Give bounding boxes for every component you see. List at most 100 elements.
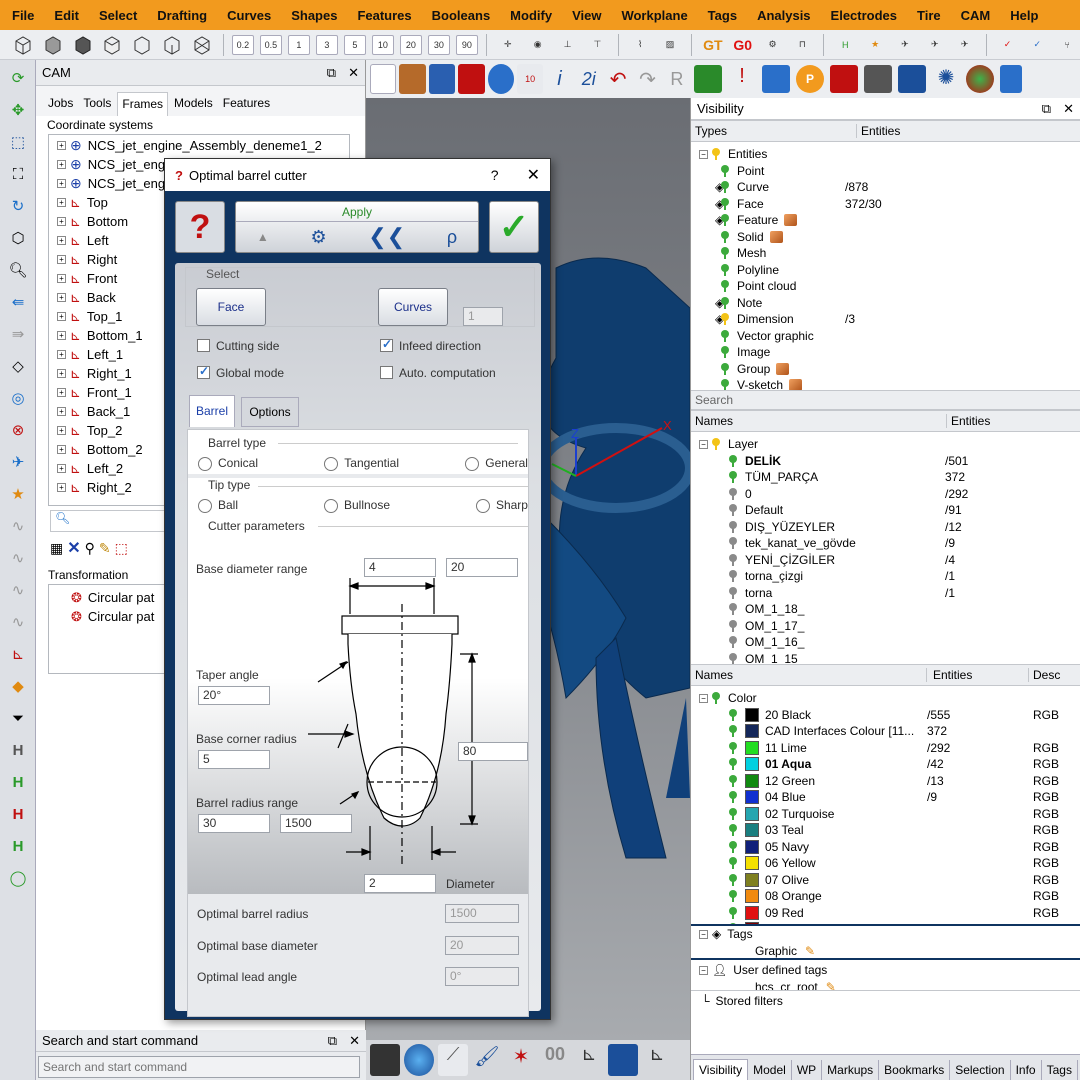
visibility-pin-icon[interactable] xyxy=(729,758,737,771)
visibility-pin-icon[interactable] xyxy=(729,906,737,919)
car-icon[interactable] xyxy=(864,65,892,93)
expand-icon[interactable]: + xyxy=(57,388,66,397)
gray-tool-4-icon[interactable]: ∿ xyxy=(4,608,32,636)
no-target-icon[interactable]: ⊗ xyxy=(4,416,32,444)
tab-selection[interactable]: Selection xyxy=(950,1060,1011,1080)
menu-booleans[interactable]: Booleans xyxy=(422,8,501,23)
base-diameter-max-input[interactable]: 20 xyxy=(446,558,518,577)
h-red-icon[interactable]: H xyxy=(4,800,32,828)
r-icon[interactable]: R xyxy=(664,64,690,94)
type-row[interactable]: Polyline xyxy=(691,262,1080,279)
color-row[interactable]: 12 Green/13 RGB xyxy=(691,773,1080,790)
layer-row[interactable]: torna/1 xyxy=(691,585,1080,602)
visibility-pin-icon[interactable] xyxy=(729,774,737,787)
visibility-pin-icon[interactable] xyxy=(729,471,737,484)
radio-circle[interactable] xyxy=(198,456,212,471)
menu-select[interactable]: Select xyxy=(89,8,147,23)
menu-help[interactable]: Help xyxy=(1000,8,1048,23)
curve-tool-icon[interactable]: ⌇ xyxy=(627,33,653,57)
info-i-icon[interactable]: i xyxy=(546,64,572,94)
color-row[interactable]: 03 Teal RGB xyxy=(691,822,1080,839)
expand-icon[interactable]: + xyxy=(57,160,66,169)
visibility-pin-icon[interactable] xyxy=(729,652,737,664)
radio-circle[interactable] xyxy=(323,498,338,513)
menu-analysis[interactable]: Analysis xyxy=(747,8,820,23)
mesh-cube-icon[interactable] xyxy=(189,33,215,57)
base-corner-radius-input[interactable]: 5 xyxy=(198,750,270,769)
menu-cam[interactable]: CAM xyxy=(951,8,1001,23)
length-input[interactable]: 80 xyxy=(458,742,528,761)
menu-curves[interactable]: Curves xyxy=(217,8,281,23)
stored-filters-label[interactable]: Stored filters xyxy=(716,994,783,1008)
edge-cube-icon[interactable] xyxy=(159,33,185,57)
dark-render-icon[interactable] xyxy=(370,1044,400,1076)
star-left-icon[interactable]: ★ xyxy=(4,480,32,508)
visibility-pin-icon[interactable] xyxy=(729,619,737,632)
type-row[interactable]: Vector graphic xyxy=(691,328,1080,345)
color-row[interactable]: 10 Maroon RGB xyxy=(691,921,1080,924)
visibility-pin-icon[interactable] xyxy=(712,692,720,705)
search-bar[interactable]: Search xyxy=(691,390,1080,410)
more-icon[interactable] xyxy=(1000,65,1022,93)
select-icon[interactable]: ⬚ xyxy=(115,540,128,557)
visibility-pin-icon[interactable] xyxy=(712,148,720,161)
tab-bookmarks[interactable]: Bookmarks xyxy=(879,1060,951,1080)
figure-icon[interactable] xyxy=(608,1044,638,1076)
tab-barrel[interactable]: Barrel xyxy=(189,395,235,427)
gear-icon[interactable]: ⚙ xyxy=(760,33,786,57)
close-icon[interactable]: ✕ xyxy=(348,65,359,81)
expand-icon[interactable]: − xyxy=(699,439,708,449)
rotate-view-icon[interactable]: ⟳ xyxy=(4,64,32,92)
visibility-pin-icon[interactable] xyxy=(729,873,737,886)
gt-icon[interactable]: GT xyxy=(700,33,726,57)
layer-row[interactable]: YENİ_ÇİZGİLER/4 xyxy=(691,552,1080,569)
layer-row[interactable]: − Layer xyxy=(691,436,1080,453)
clip-icon[interactable]: ⊥ xyxy=(555,33,581,57)
link-icon[interactable]: ⚲ xyxy=(85,540,95,557)
visibility-pin-icon[interactable] xyxy=(721,230,729,243)
tab-tags[interactable]: Tags xyxy=(1042,1060,1078,1080)
menu-features[interactable]: Features xyxy=(347,8,421,23)
visibility-pin-icon[interactable] xyxy=(729,890,737,903)
outline-cube-icon[interactable] xyxy=(129,33,155,57)
visibility-pin-icon[interactable] xyxy=(721,181,729,194)
command-search-input[interactable] xyxy=(38,1056,360,1078)
info-2i-icon[interactable]: 2i xyxy=(576,64,602,94)
expand-icon[interactable]: + xyxy=(57,445,66,454)
visibility-pin-icon[interactable] xyxy=(729,520,737,533)
gauge-2-icon[interactable]: ⊾ xyxy=(642,1044,672,1076)
visibility-pin-icon[interactable] xyxy=(729,537,737,550)
visibility-pin-icon[interactable] xyxy=(729,586,737,599)
layers-stack-icon[interactable] xyxy=(694,65,722,93)
layer-row[interactable]: Default/91 xyxy=(691,502,1080,519)
color-row[interactable]: 04 Blue/9 RGB xyxy=(691,789,1080,806)
color-row[interactable]: 20 Black/555 RGB xyxy=(691,707,1080,724)
visibility-pin-icon[interactable] xyxy=(729,603,737,616)
tab-model[interactable]: Model xyxy=(748,1060,792,1080)
float-icon[interactable]: ⧉ xyxy=(1042,101,1051,117)
hatch-icon[interactable]: ▨ xyxy=(657,33,683,57)
tab-visibility[interactable]: Visibility xyxy=(693,1059,749,1080)
barrel-type-conical-radio[interactable]: Conical xyxy=(198,456,258,471)
scale-button[interactable]: 90 xyxy=(455,34,478,55)
expand-icon[interactable]: + xyxy=(57,293,66,302)
scale-button[interactable]: 30 xyxy=(427,34,450,55)
new-doc-icon[interactable] xyxy=(370,64,397,94)
edit-icon[interactable]: ✎ xyxy=(99,540,111,557)
diamond-icon[interactable]: ◇ xyxy=(4,352,32,380)
visibility-pin-icon[interactable] xyxy=(729,454,737,467)
expand-icon[interactable]: + xyxy=(57,350,66,359)
color-row[interactable]: 08 Orange RGB xyxy=(691,888,1080,905)
wireframe-cube-icon[interactable] xyxy=(10,33,36,57)
export-icon[interactable] xyxy=(762,65,790,93)
p-icon[interactable]: P xyxy=(796,65,824,93)
scale-button[interactable]: 0.5 xyxy=(259,34,282,55)
gray-tool-1-icon[interactable]: ∿ xyxy=(4,512,32,540)
scale-button[interactable]: 10 xyxy=(371,34,394,55)
radio-circle[interactable] xyxy=(324,456,339,471)
globe-blue-icon[interactable] xyxy=(404,1044,434,1076)
gauge-icon[interactable]: 10 xyxy=(516,64,544,94)
menu-electrodes[interactable]: Electrodes xyxy=(821,8,907,23)
wing3-icon[interactable]: ✈ xyxy=(952,33,978,57)
sphere-icon[interactable] xyxy=(830,65,858,93)
